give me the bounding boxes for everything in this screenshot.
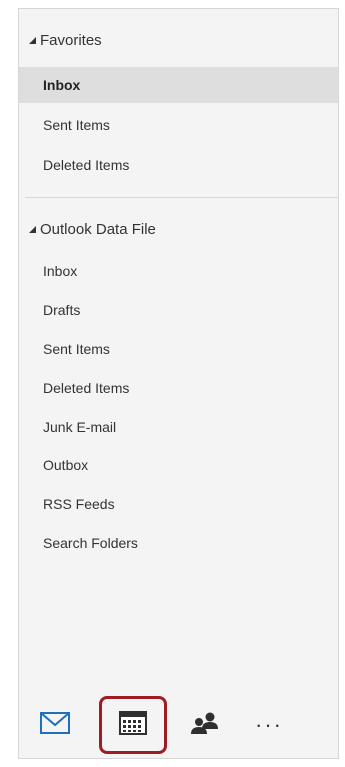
folder-item-rss-feeds[interactable]: RSS Feeds [19,486,338,522]
favorites-item-label: Deleted Items [43,157,130,173]
folder-item-label: Junk E-mail [43,419,117,435]
folder-item-deleted-items[interactable]: Deleted Items [19,370,338,406]
favorites-item-label: Inbox [43,77,81,93]
navigation-bar: ··· [19,693,338,754]
mail-button[interactable] [25,703,85,747]
calendar-icon [119,710,147,740]
favorites-item-inbox[interactable]: Inbox [19,67,338,103]
folder-item-outbox[interactable]: Outbox [19,447,338,483]
favorites-item-label: Sent Items [43,117,110,133]
favorites-item-deleted-items[interactable]: Deleted Items [19,147,338,183]
collapse-triangle-icon [29,225,36,233]
people-button[interactable] [179,703,231,747]
data-file-header[interactable]: Outlook Data File [19,214,338,244]
folder-item-label: RSS Feeds [43,496,115,512]
favorites-item-sent-items[interactable]: Sent Items [19,107,338,143]
data-file-header-label: Outlook Data File [40,220,156,238]
collapse-triangle-icon [29,36,36,44]
folder-item-sent-items[interactable]: Sent Items [19,331,338,367]
folder-item-label: Inbox [43,263,78,279]
section-divider [25,197,338,198]
favorites-header[interactable]: Favorites [19,25,338,55]
folder-item-label: Deleted Items [43,380,130,396]
more-button[interactable]: ··· [241,703,297,747]
folder-pane: Favorites Inbox Sent Items Deleted Items… [18,8,339,759]
folder-item-label: Sent Items [43,341,110,357]
mail-icon [40,711,70,739]
folder-item-search-folders[interactable]: Search Folders [19,525,338,561]
folder-item-drafts[interactable]: Drafts [19,292,338,328]
folder-item-inbox[interactable]: Inbox [19,253,338,289]
calendar-button[interactable] [99,696,167,754]
folder-item-label: Outbox [43,457,89,473]
folder-item-junk-email[interactable]: Junk E-mail [19,409,338,445]
more-icon: ··· [255,712,283,737]
favorites-header-label: Favorites [40,31,102,49]
folder-item-label: Drafts [43,302,81,318]
folder-item-label: Search Folders [43,535,138,551]
people-icon [189,711,221,740]
